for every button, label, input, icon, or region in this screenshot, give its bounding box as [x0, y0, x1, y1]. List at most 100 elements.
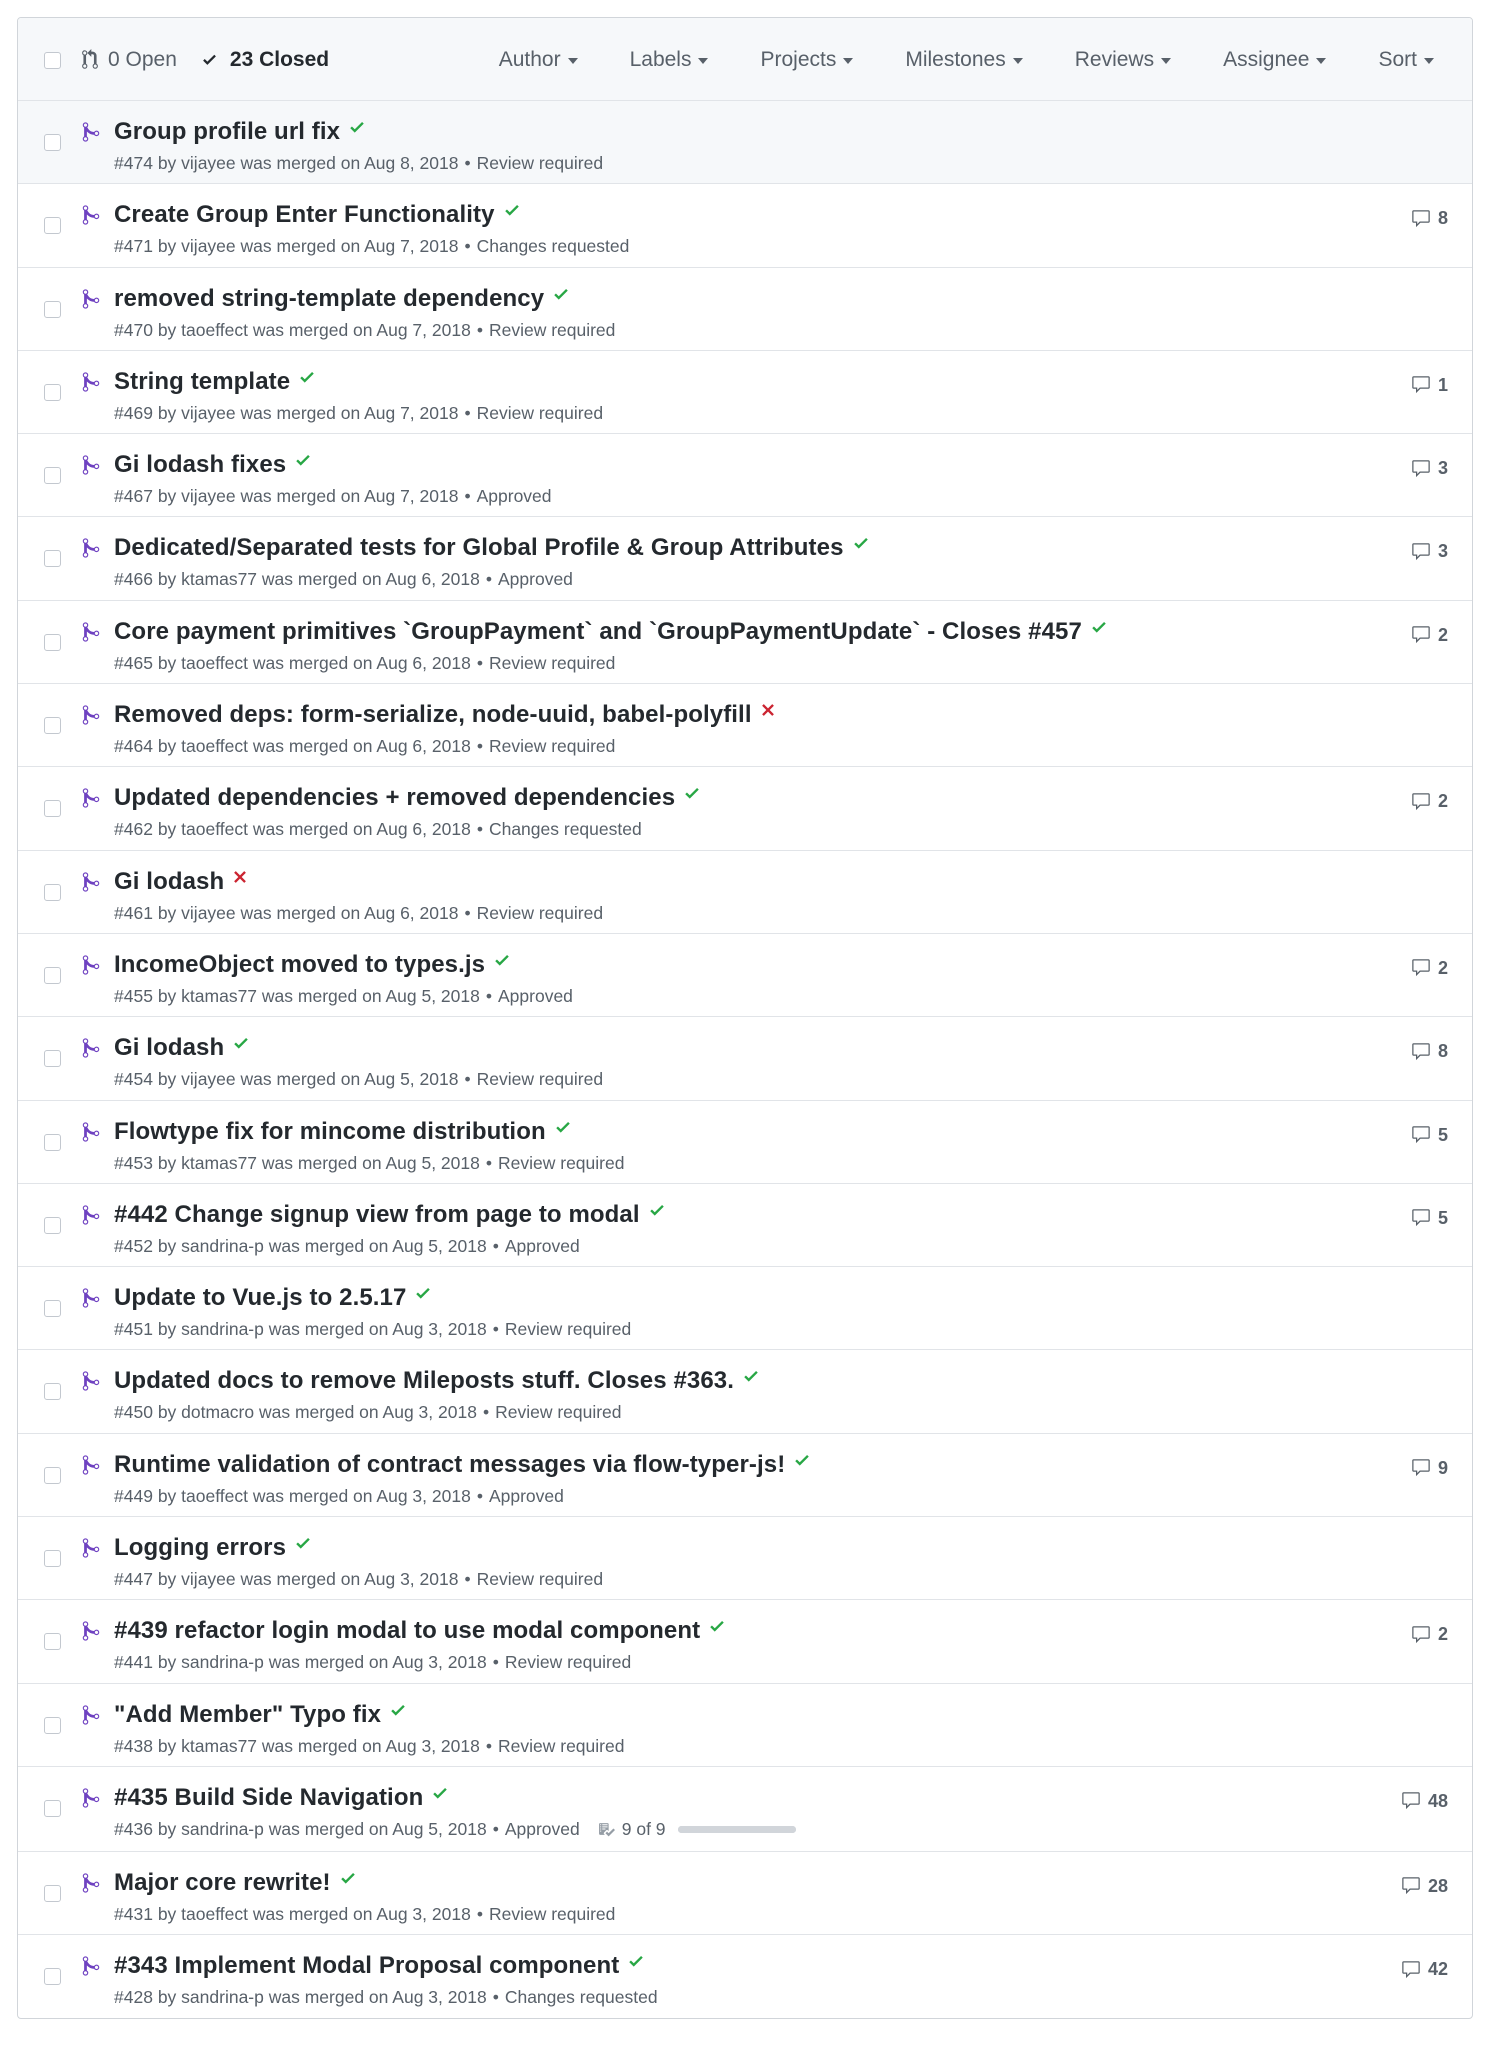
review-status-link[interactable]: Approved [477, 486, 552, 507]
comments-link[interactable]: 1 [1411, 375, 1448, 396]
x-failure-icon[interactable] [760, 701, 776, 719]
review-status-link[interactable]: Review required [489, 736, 615, 757]
ci-status[interactable] [503, 201, 521, 219]
check-success-icon[interactable] [348, 118, 366, 136]
ci-status[interactable] [389, 1701, 407, 1719]
review-status-link[interactable]: Review required [495, 1402, 621, 1423]
pr-title-link[interactable]: Core payment primitives `GroupPayment` a… [114, 618, 1082, 646]
row-checkbox[interactable] [44, 883, 61, 901]
row-checkbox[interactable] [44, 1383, 61, 1401]
row-checkbox[interactable] [44, 550, 61, 568]
review-status-link[interactable]: Review required [498, 1153, 624, 1174]
row-checkbox[interactable] [44, 1300, 61, 1318]
filter-assignee[interactable]: Assignee [1223, 48, 1327, 72]
check-success-icon[interactable] [708, 1617, 726, 1635]
row-checkbox[interactable] [44, 1550, 61, 1568]
check-success-icon[interactable] [414, 1284, 432, 1302]
pr-author-link[interactable]: sandrina-p [181, 1819, 264, 1840]
row-checkbox[interactable] [44, 1633, 61, 1651]
row-checkbox[interactable] [44, 134, 61, 151]
ci-status[interactable] [294, 1534, 312, 1552]
row-checkbox[interactable] [44, 1968, 61, 1986]
pr-author-link[interactable]: taoeffect [181, 653, 248, 674]
ci-status[interactable] [627, 1952, 645, 1970]
check-success-icon[interactable] [294, 451, 312, 469]
pr-author-link[interactable]: vijayee [181, 486, 235, 507]
pr-title-link[interactable]: Updated docs to remove Mileposts stuff. … [114, 1367, 734, 1395]
comments-link[interactable]: 5 [1411, 1208, 1448, 1229]
check-success-icon[interactable] [1090, 618, 1108, 636]
filter-author[interactable]: Author [499, 48, 578, 72]
row-checkbox[interactable] [44, 300, 61, 318]
open-filter[interactable]: 0 Open [82, 48, 177, 72]
comments-link[interactable]: 3 [1411, 541, 1448, 562]
pr-author-link[interactable]: ktamas77 [181, 569, 257, 590]
pr-title-link[interactable]: Logging errors [114, 1534, 286, 1562]
pr-author-link[interactable]: taoeffect [181, 736, 248, 757]
review-status-link[interactable]: Review required [498, 1736, 624, 1757]
row-checkbox[interactable] [44, 1050, 61, 1068]
pr-author-link[interactable]: taoeffect [181, 320, 248, 341]
row-checkbox[interactable] [44, 1466, 61, 1484]
pr-title-link[interactable]: Updated dependencies + removed dependenc… [114, 784, 675, 812]
ci-status[interactable] [431, 1784, 449, 1802]
pr-title-link[interactable]: IncomeObject moved to types.js [114, 951, 485, 979]
ci-status[interactable] [298, 368, 316, 386]
comments-link[interactable]: 28 [1401, 1876, 1448, 1897]
pr-author-link[interactable]: taoeffect [181, 819, 248, 840]
ci-status[interactable] [683, 784, 701, 802]
pr-title-link[interactable]: Gi lodash fixes [114, 451, 286, 479]
comments-link[interactable]: 48 [1401, 1791, 1448, 1812]
check-success-icon[interactable] [493, 951, 511, 969]
ci-status[interactable] [294, 451, 312, 469]
comments-link[interactable]: 9 [1411, 1458, 1448, 1479]
pr-author-link[interactable]: sandrina-p [181, 1987, 264, 2008]
row-checkbox[interactable] [44, 800, 61, 818]
ci-status[interactable] [793, 1451, 811, 1469]
pr-author-link[interactable]: vijayee [181, 236, 235, 257]
review-status-link[interactable]: Review required [489, 1904, 615, 1925]
check-success-icon[interactable] [389, 1701, 407, 1719]
pr-title-link[interactable]: String template [114, 368, 290, 396]
ci-status[interactable] [348, 118, 366, 136]
ci-status[interactable] [232, 868, 248, 886]
review-status-link[interactable]: Approved [489, 1486, 564, 1507]
review-status-link[interactable]: Review required [477, 153, 603, 174]
pr-title-link[interactable]: Removed deps: form-serialize, node-uuid,… [114, 701, 752, 729]
comments-link[interactable]: 2 [1411, 1624, 1448, 1645]
pr-title-link[interactable]: #442 Change signup view from page to mod… [114, 1201, 640, 1229]
ci-status[interactable] [414, 1284, 432, 1302]
ci-status[interactable] [552, 285, 570, 303]
pr-author-link[interactable]: dotmacro [181, 1402, 254, 1423]
review-status-link[interactable]: Changes requested [505, 1987, 658, 2008]
check-success-icon[interactable] [339, 1869, 357, 1887]
check-success-icon[interactable] [852, 534, 870, 552]
x-failure-icon[interactable] [232, 868, 248, 886]
review-status-link[interactable]: Changes requested [477, 236, 630, 257]
check-success-icon[interactable] [793, 1451, 811, 1469]
pr-title-link[interactable]: Group profile url fix [114, 118, 340, 146]
review-status-link[interactable]: Changes requested [489, 819, 642, 840]
check-success-icon[interactable] [554, 1118, 572, 1136]
ci-status[interactable] [760, 701, 776, 719]
pr-author-link[interactable]: sandrina-p [181, 1319, 264, 1340]
review-status-link[interactable]: Approved [498, 986, 573, 1007]
pr-author-link[interactable]: taoeffect [181, 1904, 248, 1925]
check-success-icon[interactable] [683, 784, 701, 802]
review-status-link[interactable]: Approved [505, 1236, 580, 1257]
check-success-icon[interactable] [627, 1952, 645, 1970]
check-success-icon[interactable] [232, 1034, 250, 1052]
filter-milestones[interactable]: Milestones [905, 48, 1023, 72]
ci-status[interactable] [708, 1617, 726, 1635]
review-status-link[interactable]: Review required [505, 1319, 631, 1340]
review-status-link[interactable]: Review required [477, 1569, 603, 1590]
comments-link[interactable]: 42 [1401, 1959, 1448, 1980]
review-status-link[interactable]: Review required [505, 1652, 631, 1673]
review-status-link[interactable]: Review required [477, 903, 603, 924]
pr-title-link[interactable]: removed string-template dependency [114, 285, 544, 313]
ci-status[interactable] [742, 1367, 760, 1385]
row-checkbox[interactable] [44, 966, 61, 984]
row-checkbox[interactable] [44, 717, 61, 735]
review-status-link[interactable]: Review required [489, 653, 615, 674]
review-status-link[interactable]: Approved [505, 1819, 580, 1840]
